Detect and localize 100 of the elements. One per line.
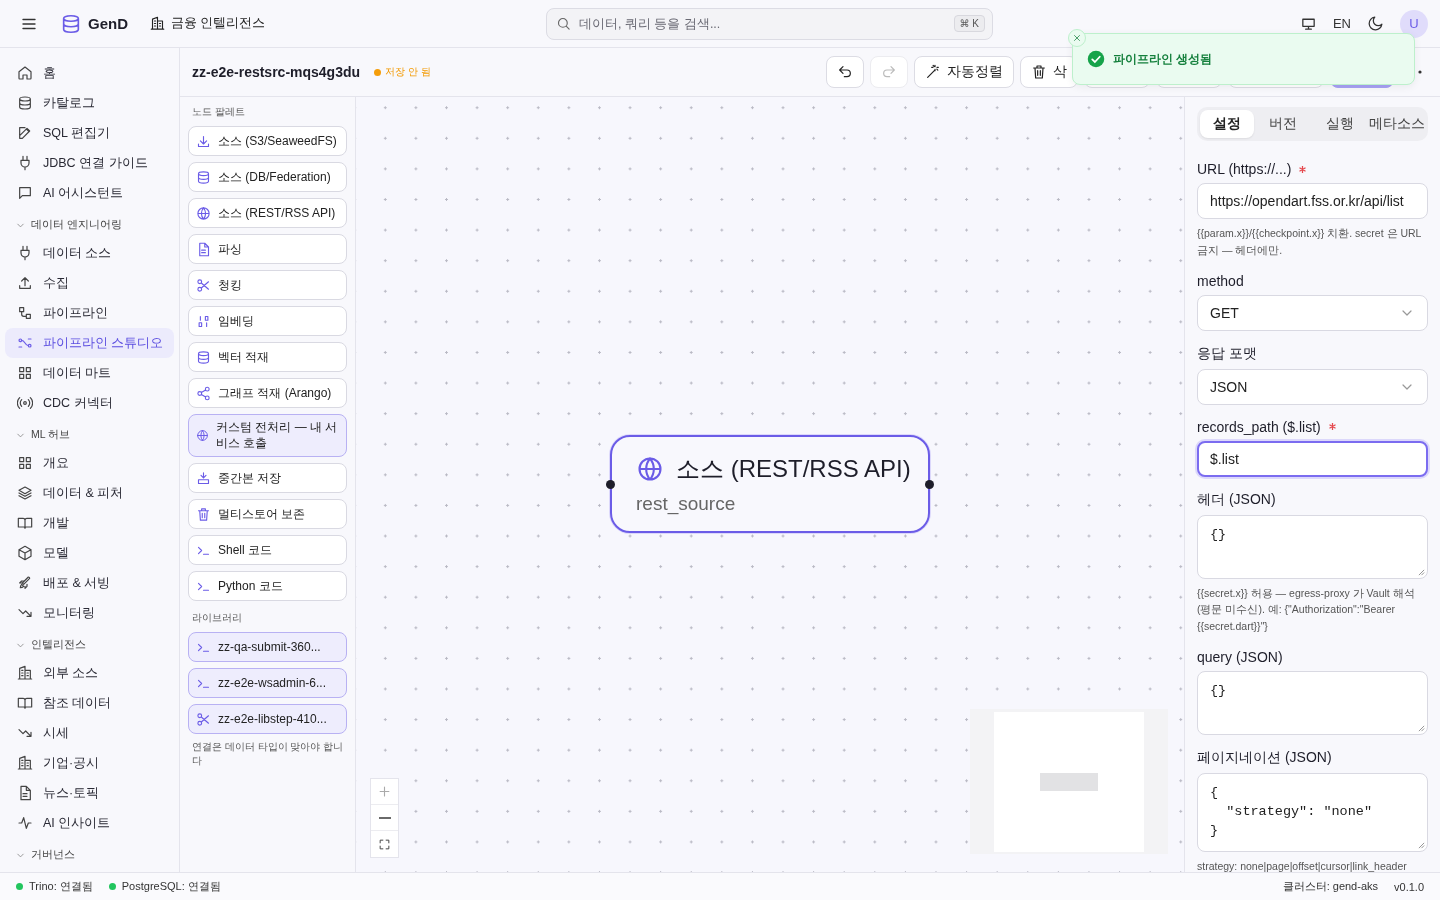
library-item[interactable]: zz-e2e-libstep-410... [188,704,347,735]
database-icon [17,95,33,111]
connection-handle[interactable] [606,480,615,489]
toast-close-button[interactable] [1068,29,1086,47]
rocket-icon [17,575,33,591]
palette-item[interactable]: 그래프 적재 (Arango) [188,378,347,408]
nav-item[interactable]: 시세 [5,718,174,748]
code-field[interactable]: { "strategy": "none" } [1197,773,1428,852]
nav-item[interactable]: 데이터 마트 [5,358,174,388]
field-label: 페이지네이션 (JSON) [1197,749,1332,767]
palette-item[interactable]: 파싱 [188,234,347,264]
library-title: 라이브러리 [191,611,243,626]
nav-item[interactable]: 카탈로그 [5,88,174,118]
section-header[interactable]: 인텔리전스 [5,632,174,658]
help-text: {{secret.x}} 허용 — egress-proxy 가 Vault 해석 (평문 미수신). 예: {"Authorization":"Bearer {{secret.dart}}"} [1197,585,1416,635]
scissors-icon [196,277,211,293]
nav-item[interactable]: CDC 커넥터 [5,388,174,418]
tray-download-icon [196,470,211,486]
field-label: URL (https://...) [1197,161,1292,177]
resize-grip-icon [1418,841,1425,849]
nav-item[interactable]: 모니터링 [5,598,174,628]
nav-item[interactable]: 파이프라인 [5,298,174,328]
nav-item[interactable]: 홈 [5,58,174,88]
connection-handle[interactable] [925,480,934,489]
nav-item[interactable]: 뉴스·토픽 [5,778,174,808]
library-item[interactable]: zz-e2e-wsadmin-6... [188,668,347,699]
nav-item[interactable]: 데이터 소스 [5,238,174,268]
nav-item[interactable]: 기업·공시 [5,748,174,778]
field-label: 헤더 (JSON) [1197,490,1276,509]
node-subtitle: rest_source [636,493,737,515]
database-icon [196,349,211,365]
select-field[interactable]: JSON [1197,368,1428,405]
panel-tab[interactable]: 실행 [1312,110,1367,138]
nav-item[interactable]: 배포 & 서빙 [5,568,174,598]
plus-icon [377,784,392,799]
undo-button[interactable] [826,56,864,88]
nav-item[interactable]: AI 인사이트 [5,808,174,838]
palette-item[interactable]: 청킹 [188,270,347,300]
nav-item[interactable]: 데이터 & 피처 [5,478,174,508]
cluster-name: 클러스터: gend-aks [1282,879,1379,894]
palette-item[interactable]: 벡터 적재 [188,342,347,372]
pipeline-title: zz-e2e-restsrc-mqs4g3du [192,64,361,80]
nav-item[interactable]: 개요 [5,448,174,478]
help-text: strategy: none|page|offset|cursor|link_header [1197,858,1408,872]
library-item[interactable]: zz-qa-submit-360... [188,632,347,663]
palette-item[interactable]: 멀티스토어 보존 [188,499,347,530]
palette-item[interactable]: Shell 코드 [188,535,347,566]
resize-grip-icon [1418,725,1425,732]
nav-item[interactable]: 개발 [5,508,174,538]
select-field[interactable]: GET [1197,294,1428,331]
help-text: {{param.x}}/{{checkpoint.x}} 치환. secret 은 URL 금지 — 헤더에만. [1197,226,1423,258]
redo-icon [881,64,897,80]
text-field[interactable]: https://opendart.fss.or.kr/api/list [1197,183,1428,219]
download-icon [196,133,211,149]
nav-item[interactable]: JDBC 연결 가이드 [5,148,174,178]
palette-hint: 연결은 데이터 타입이 맞아야 합니다 [191,740,345,769]
toast-message: 파이프라인 생성됨 [1113,50,1213,68]
nav-item[interactable]: 수집 [5,268,174,298]
palette-item[interactable]: Python 코드 [188,571,347,602]
code-field[interactable]: {} [1197,671,1428,735]
nav-item[interactable]: 참조 데이터 [5,688,174,718]
code-field[interactable]: {} [1197,514,1428,579]
panel-tab[interactable]: 버전 [1256,110,1311,138]
share-icon [196,385,211,401]
palette-item[interactable]: 소스 (REST/RSS API) [188,198,347,228]
app-version: v0.1.0 [1394,880,1424,893]
palette-item[interactable]: 커스텀 전처리 — 내 서비스 호출 [188,414,347,458]
user-avatar[interactable]: U [1400,9,1428,38]
globe-icon [636,455,664,483]
layers-icon [17,485,33,501]
palette-item[interactable]: 임베딩 [188,306,347,336]
section-header[interactable]: ML 허브 [5,422,174,448]
nav-item[interactable]: SQL 편집기 [5,118,174,148]
scissors-icon [196,711,211,727]
binary-icon [196,313,211,329]
shortcut-hint: ⌘ K [953,15,985,32]
nav-item[interactable]: 파이프라인 스튜디오 [5,328,174,358]
building-icon [17,665,33,681]
section-header[interactable]: 데이터 엔지니어링 [5,212,174,238]
panel-tab[interactable]: 설정 [1200,110,1255,138]
required-icon [1299,165,1307,173]
section-header[interactable]: 거버넌스 [5,842,174,868]
panel-tab[interactable]: 메타소스 [1369,110,1425,138]
grid-icon [17,455,33,471]
field-label: 응답 포맷 [1197,344,1257,363]
palette-item[interactable]: 소스 (S3/SeaweedFS) [188,126,347,156]
workspace-name[interactable]: 금융 인텔리전스 [171,15,266,32]
palette-item[interactable]: 소스 (DB/Federation) [188,162,347,192]
nav-item[interactable]: 모델 [5,538,174,568]
nav-item[interactable]: 외부 소스 [5,658,174,688]
delete-button[interactable]: 삭 [1020,56,1078,88]
text-field[interactable]: $.list [1197,440,1428,477]
nav-item[interactable]: AI 어시스턴트 [5,178,174,208]
language-toggle[interactable]: EN [1332,16,1351,31]
upload-icon [17,275,33,291]
auto-layout-button[interactable]: 자동정렬 [914,56,1014,88]
database-icon [60,12,82,35]
palette-item[interactable]: 중간본 저장 [188,463,347,494]
cube-icon [17,545,33,561]
minimap-node [1040,772,1098,791]
